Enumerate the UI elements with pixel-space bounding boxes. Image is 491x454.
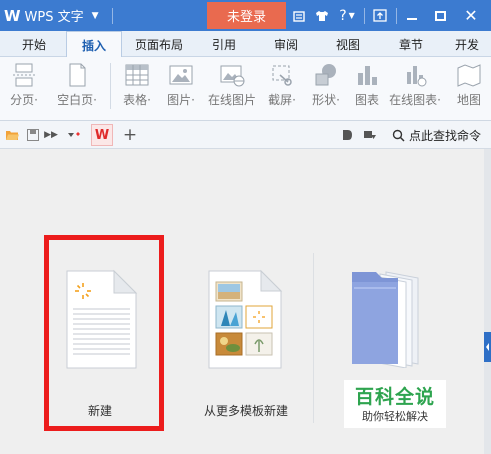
help-icon: ? [339, 7, 347, 24]
watermark-title: 百科全说 [354, 386, 435, 408]
shape-icon [315, 64, 336, 86]
blank-page-label: 空白页· [57, 93, 97, 107]
map-label: 地图 [456, 93, 481, 107]
online-picture-button[interactable]: 在线图片 [206, 57, 258, 121]
chevron-down-icon: ▼ [348, 11, 355, 20]
tab-label: 插入 [81, 38, 106, 53]
open-folder-card[interactable] [346, 268, 426, 378]
ribbon-tab-row: 开始 插入 页面布局 引用 审阅 视图 章节 开发 [0, 31, 491, 58]
close-button[interactable]: ✕ [460, 0, 482, 31]
page-break-button[interactable]: 分页· [4, 57, 44, 121]
customize-arrow-icon[interactable] [64, 121, 84, 149]
doc-d-icon[interactable] [338, 121, 356, 149]
open-folder-icon[interactable] [3, 121, 21, 149]
picture-icon [169, 65, 193, 85]
tab-insert[interactable]: 插入 [66, 31, 122, 58]
blank-page-button[interactable]: 空白页· [50, 57, 104, 121]
shape-button[interactable]: 形状· [306, 57, 346, 121]
chart-label: 图表 [354, 93, 379, 107]
shirt-icon[interactable] [313, 0, 331, 31]
minimize-button[interactable] [402, 0, 422, 31]
tab-section[interactable]: 章节 [385, 31, 437, 57]
page-break-icon [13, 63, 35, 87]
wps-logo-icon: W [4, 6, 21, 25]
online-picture-label: 在线图片 [207, 93, 256, 107]
picture-label: 图片· [167, 93, 195, 107]
quick-access-bar: ▶▶ W + 点此查找命令 [0, 121, 491, 149]
app-name: WPS 文字 [24, 10, 84, 25]
search-icon [392, 129, 405, 142]
sidebar-toggle[interactable] [484, 332, 491, 362]
tab-label: 视图 [335, 37, 360, 52]
template-label: 从更多模板新建 [203, 404, 288, 418]
divider [112, 8, 113, 24]
chart-button[interactable]: 图表 [350, 57, 384, 121]
forward-icon[interactable] [360, 121, 380, 149]
login-label: 未登录 [226, 10, 266, 25]
ribbon-insert-panel: 分页· 空白页· 表格· 图片· 在线图片 截屏· 形状· 图表 在线图表· 地… [0, 57, 491, 121]
skin-store-icon[interactable] [291, 0, 307, 31]
maximize-button[interactable] [430, 0, 450, 31]
maximize-icon [434, 10, 446, 21]
tab-home[interactable]: 开始 [4, 31, 64, 57]
chevron-down-icon: ▼ [91, 10, 99, 21]
tab-view[interactable]: 视图 [322, 31, 374, 57]
map-icon [457, 64, 481, 87]
table-label: 表格· [123, 93, 151, 107]
minimize-icon [407, 17, 417, 20]
watermark-badge: 百科全说 助你轻松解决 [344, 380, 446, 428]
new-tab-plus-icon[interactable]: + [120, 121, 140, 149]
upload-icon[interactable] [370, 0, 390, 31]
login-button[interactable]: 未登录 [207, 2, 286, 29]
tab-references[interactable]: 引用 [198, 31, 250, 57]
shape-label: 形状· [312, 93, 340, 107]
wps-w-icon: W [94, 127, 110, 143]
divider [110, 63, 111, 109]
picture-button[interactable]: 图片· [161, 57, 201, 121]
table-icon [125, 64, 149, 86]
tab-label: 页面布局 [134, 37, 183, 52]
tab-label: 开发 [454, 37, 479, 52]
close-icon: ✕ [464, 6, 478, 25]
screenshot-label: 截屏· [268, 93, 296, 107]
scrollbar-track[interactable] [484, 149, 491, 454]
divider [396, 8, 397, 24]
online-chart-icon [407, 66, 427, 87]
app-menu-button[interactable]: W WPS 文字 ▼ [0, 0, 99, 31]
online-picture-icon [220, 65, 245, 87]
template-card[interactable] [206, 268, 286, 398]
blank-page-icon [69, 63, 86, 87]
online-chart-label: 在线图表· [389, 93, 441, 107]
wps-doc-icon[interactable]: W [91, 124, 113, 146]
tab-label: 开始 [21, 37, 46, 52]
map-button[interactable]: 地图 [450, 57, 488, 121]
table-button[interactable]: 表格· [117, 57, 157, 121]
folder-icon [352, 271, 419, 369]
highlight-annotation [44, 235, 164, 431]
tab-page-layout[interactable]: 页面布局 [126, 31, 192, 57]
template-document-icon [208, 269, 283, 369]
watermark-subtitle: 助你轻松解决 [362, 410, 428, 423]
save-icon[interactable] [24, 121, 42, 149]
tab-label: 章节 [398, 37, 423, 52]
screenshot-icon [272, 65, 292, 86]
tab-review[interactable]: 审阅 [260, 31, 312, 57]
help-button[interactable]: ? ▼ [336, 0, 358, 31]
tab-developer[interactable]: 开发 [447, 31, 487, 57]
tab-label: 引用 [211, 37, 236, 52]
divider [364, 8, 365, 24]
title-bar: W WPS 文字 ▼ 未登录 ? ▼ ✕ [0, 0, 491, 31]
command-search-label: 点此查找命令 [409, 128, 482, 143]
command-search[interactable]: 点此查找命令 [392, 121, 481, 149]
divider [313, 253, 314, 423]
page-break-label: 分页· [10, 93, 38, 107]
more-arrow-icon[interactable]: ▶▶ [44, 121, 58, 149]
chart-icon [358, 66, 377, 85]
online-chart-button[interactable]: 在线图表· [386, 57, 444, 121]
screenshot-button[interactable]: 截屏· [262, 57, 302, 121]
tab-label: 审阅 [273, 37, 298, 52]
